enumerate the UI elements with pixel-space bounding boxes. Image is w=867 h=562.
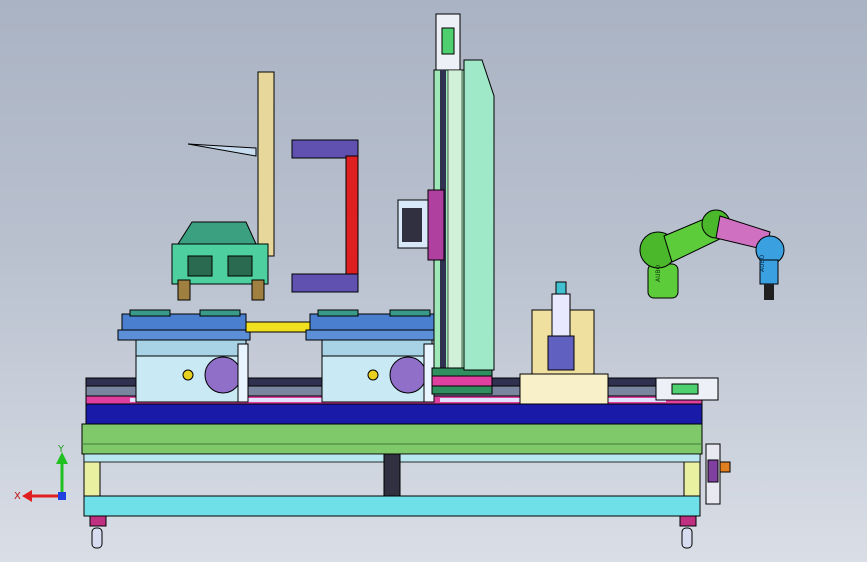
turntable-left	[117, 309, 251, 403]
air-regulator	[705, 443, 731, 505]
beige-plate	[257, 71, 275, 257]
table-top	[81, 423, 703, 455]
machine-frame	[81, 403, 703, 549]
robot-badge-lower: AUBO	[655, 264, 662, 282]
robot-badge-upper: AUBO	[759, 254, 766, 272]
motor-disc	[204, 356, 242, 394]
x-axis-label: X	[14, 491, 21, 502]
assembly-drawing: AUBO AUBO Y X	[14, 13, 785, 549]
cad-viewport[interactable]: AUBO AUBO Y X	[0, 0, 867, 562]
triangular-bracket	[187, 143, 257, 157]
press-station	[519, 281, 609, 405]
coordinate-triad: Y X	[14, 444, 68, 502]
cobot-arm: AUBO AUBO	[639, 209, 785, 300]
motor-disc	[389, 356, 427, 394]
link-bar	[245, 321, 313, 333]
y-axis-label: Y	[57, 444, 65, 455]
caster-left	[89, 515, 107, 549]
frame-lower-rail	[83, 495, 701, 517]
gantry-side-plate	[463, 59, 495, 371]
center-support	[383, 453, 401, 497]
c-bracket	[291, 139, 359, 293]
gripper-head	[397, 199, 429, 249]
fixture-teal	[171, 221, 269, 301]
base-plate	[85, 403, 703, 425]
caster-right	[679, 515, 697, 549]
rail-servo	[655, 377, 719, 401]
turntable-right	[305, 309, 439, 403]
